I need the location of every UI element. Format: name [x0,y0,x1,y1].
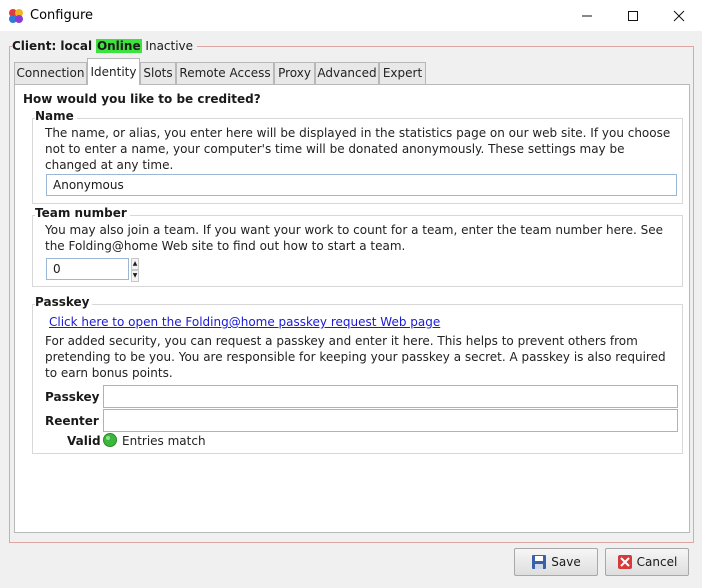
valid-label: Valid [67,434,101,448]
close-icon [673,10,685,21]
save-button[interactable]: Save [514,548,598,576]
online-badge: Online [95,39,142,53]
cancel-x-icon [617,555,632,569]
spin-up-icon[interactable]: ▲ [131,258,139,270]
tab-proxy[interactable]: Proxy [274,62,315,84]
window-title: Configure [30,8,94,23]
identity-heading: How would you like to be credited? [23,92,261,106]
client-label: Client: local [12,39,93,53]
team-number-spinner[interactable]: ▲ ▼ [131,258,139,282]
floppy-disk-icon [532,555,547,569]
passkey-input[interactable] [103,385,678,408]
minimize-button[interactable] [564,0,610,31]
spin-down-icon[interactable]: ▼ [131,270,139,282]
valid-status-text: Entries match [122,434,206,448]
tab-advanced[interactable]: Advanced [315,62,379,84]
cancel-button[interactable]: Cancel [605,548,689,576]
reenter-label: Reenter [45,414,99,428]
close-button[interactable] [656,0,702,31]
tab-identity[interactable]: Identity [87,58,140,85]
name-description: The name, or alias, you enter here will … [45,126,671,172]
team-number-input[interactable]: 0 [46,258,129,280]
client-status-line: Client: local Online Inactive [12,39,198,55]
inactive-text: Inactive [145,39,194,53]
maximize-icon [628,10,638,21]
reenter-passkey-input[interactable] [103,409,678,432]
passkey-description: For added security, you can request a pa… [45,334,666,380]
team-group-title: Team number [35,206,130,220]
folding-at-home-app-icon [8,8,24,24]
tab-connection[interactable]: Connection [14,62,87,84]
maximize-button[interactable] [610,0,656,31]
title-bar: Configure [0,0,702,31]
passkey-request-link[interactable]: Click here to open the Folding@home pass… [49,315,440,329]
passkey-group-title: Passkey [35,295,93,309]
minimize-icon [582,15,592,16]
save-button-label: Save [551,555,581,569]
name-group-title: Name [35,109,77,123]
passkey-label: Passkey [45,390,100,404]
name-input[interactable]: Anonymous [46,174,677,196]
cancel-button-label: Cancel [636,555,678,569]
tab-slots[interactable]: Slots [140,62,176,84]
team-description: You may also join a team. If you want yo… [45,223,664,253]
tab-remote-access[interactable]: Remote Access [176,62,274,84]
tab-expert[interactable]: Expert [379,62,426,84]
identity-panel: How would you like to be credited? Name … [14,84,690,533]
valid-status-icon [103,433,117,447]
